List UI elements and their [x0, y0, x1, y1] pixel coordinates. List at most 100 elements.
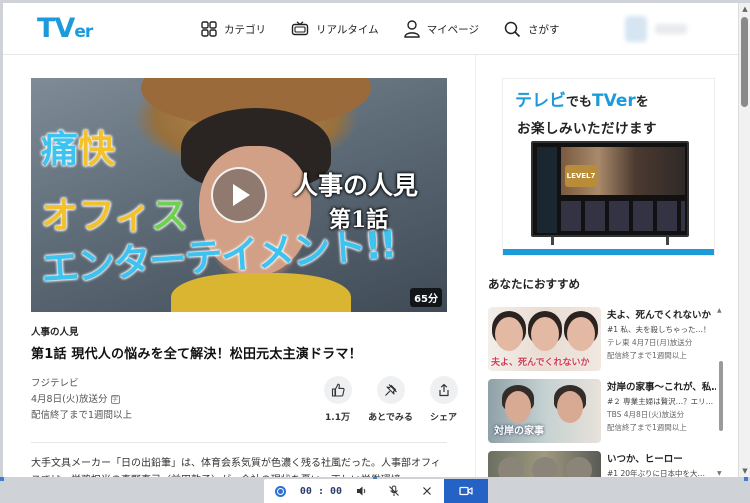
right-column: テレビでもTVerを お楽しみいただけます LEVEL7 あなたにおすすめ 夫よ…: [475, 55, 723, 477]
nav-label: リアルタイム: [316, 23, 379, 36]
episode-main: 痛快 オフィス エンターテイメント!! 人事の人見 第1話 65分 人事の人見 …: [31, 78, 458, 477]
nav-label: マイページ: [426, 23, 479, 36]
air-date: 4月8日(火)放送分字: [31, 394, 120, 405]
watch-later-label: あとでみる: [368, 413, 413, 423]
tver-logo[interactable]: TVer: [37, 13, 93, 44]
main-nav: カテゴリ リアルタイム マイページ さがす: [201, 17, 584, 41]
scroll-down-icon[interactable]: ▼: [739, 465, 750, 477]
search-icon: [504, 21, 521, 37]
account-avatar[interactable]: [625, 16, 647, 42]
thumbnail-caption: 夫よ、死んでくれないか: [491, 358, 590, 368]
video-camera-icon: [459, 486, 473, 496]
recommend-thumbnail: 対岸の家事: [488, 379, 601, 443]
episode-title: 第1話 現代人の悩みを全て解決！松田元太主演ドラマ！: [31, 347, 362, 362]
mic-muted-icon: [389, 485, 400, 496]
logo-main-text: TV: [37, 13, 75, 44]
episode-meta: フジテレビ 4月8日(火)放送分字 配信終了まで1週間以上 1.1万 あとでみる…: [31, 376, 458, 438]
nav-label: さがす: [527, 23, 560, 36]
audio-button[interactable]: [345, 479, 378, 503]
promo-accent-bar: [503, 249, 714, 255]
divider: [31, 442, 447, 443]
nav-label: カテゴリ: [224, 23, 266, 36]
share-button[interactable]: シェア: [417, 376, 470, 423]
list-item[interactable]: 対岸の家事 対岸の家事～これが、私… #２ 専業主婦は贅沢…？エリ… TBS 4…: [488, 379, 716, 451]
recommend-title: 対岸の家事～これが、私…: [607, 382, 716, 393]
recommend-availability: 配信終了まで1週間以上: [607, 351, 687, 360]
list-item[interactable]: いつか、ヒーロー #1 20年ぶりに日本中を大…: [488, 451, 716, 477]
nav-item-search[interactable]: さがす: [504, 17, 560, 41]
grid-icon: [201, 21, 217, 37]
recommend-broadcast: テレ東 4月7日(月)放送分: [607, 338, 693, 347]
nav-item-category[interactable]: カテゴリ: [201, 17, 266, 41]
watch-later-button[interactable]: あとでみる: [364, 376, 417, 423]
scroll-up-icon[interactable]: ▲: [739, 3, 750, 15]
share-label: シェア: [429, 413, 457, 423]
recommend-broadcast: TBS 4月8日(火)放送分: [607, 410, 685, 419]
tv-illustration: LEVEL7: [531, 141, 689, 237]
record-timer: 00 : 00: [299, 485, 343, 497]
recommend-scrollbar[interactable]: ▲ ▼: [717, 307, 724, 477]
recommend-episode: #２ 専業主婦は贅沢…？エリ…: [607, 397, 714, 406]
site-header: TVer カテゴリ リアルタイム マイページ さがす: [3, 3, 738, 55]
close-button[interactable]: [411, 479, 444, 503]
play-icon: [233, 184, 250, 206]
like-button[interactable]: 1.1万: [311, 376, 364, 423]
video-thumbnail[interactable]: 痛快 オフィス エンターテイメント!! 人事の人見 第1話 65分: [31, 78, 447, 312]
recommend-availability: 配信終了まで1週間以上: [607, 423, 687, 432]
logo-sub-text: er: [74, 22, 93, 42]
tv-screen-logo: LEVEL7: [565, 165, 597, 187]
record-button[interactable]: [264, 479, 297, 503]
recorder-toolbar: 00 : 00: [264, 479, 488, 503]
art-text-line1: 痛快: [41, 128, 115, 171]
promo-subline: お楽しみいただけます: [517, 121, 657, 137]
broadcaster[interactable]: フジテレビ: [31, 376, 132, 392]
list-item[interactable]: 夫よ、死んでくれないか 夫よ、死んでくれないか #1 私、夫を殺しちゃった…！ …: [488, 307, 716, 379]
camera-button[interactable]: [443, 479, 488, 503]
series-title[interactable]: 人事の人見: [31, 324, 449, 338]
thumbs-up-icon: [331, 383, 345, 397]
episode-actions: 1.1万 あとでみる シェア: [311, 376, 470, 423]
recommend-title: 夫よ、死んでくれないか: [607, 310, 712, 321]
recommend-episode: #1 私、夫を殺しちゃった…！: [607, 325, 711, 334]
tv-icon: [291, 21, 309, 36]
resize-handle[interactable]: [0, 477, 4, 481]
resize-handle[interactable]: [744, 477, 748, 481]
scroll-up-icon[interactable]: ▲: [717, 307, 722, 314]
browser-page: TVer カテゴリ リアルタイム マイページ さがす 痛快 オフィス エンターテ…: [3, 3, 738, 477]
speaker-icon: [356, 486, 365, 496]
tv-screen-row: [561, 201, 685, 231]
scrollbar-thumb[interactable]: [741, 17, 748, 107]
record-icon: [274, 485, 286, 497]
recommend-thumbnail: [488, 451, 601, 477]
nav-item-mypage[interactable]: マイページ: [403, 17, 479, 41]
nav-item-realtime[interactable]: リアルタイム: [291, 17, 379, 41]
tv-stand: [551, 237, 669, 245]
recommend-episode: #1 20年ぶりに日本中を大…: [607, 469, 705, 477]
scroll-down-icon[interactable]: ▼: [717, 470, 722, 477]
episode-description: 大手文具メーカー「日の出鉛筆」は、体育会系気質が色濃く残る社風だった。人事部オフ…: [31, 458, 441, 477]
episode-meta-text: フジテレビ 4月8日(火)放送分字 配信終了まで1週間以上: [31, 376, 132, 424]
art-drama-title: 人事の人見: [293, 171, 419, 200]
subtitle-icon: 字: [110, 395, 120, 404]
account-name[interactable]: [655, 24, 687, 34]
duration-badge: 65分: [410, 288, 442, 307]
availability: 配信終了まで1週間以上: [31, 410, 133, 421]
share-icon: [438, 383, 449, 397]
mic-button[interactable]: [378, 479, 411, 503]
recommend-thumbnail: 夫よ、死んでくれないか: [488, 307, 601, 371]
close-icon: [423, 487, 432, 495]
play-button[interactable]: [211, 167, 267, 223]
scrollbar-thumb[interactable]: [719, 361, 723, 431]
like-count: 1.1万: [325, 413, 350, 423]
recommend-heading: あなたにおすすめ: [488, 277, 580, 291]
page-scrollbar[interactable]: ▲ ▼: [738, 3, 750, 477]
recommend-list: 夫よ、死んでくれないか 夫よ、死んでくれないか #1 私、夫を殺しちゃった…！ …: [488, 307, 716, 477]
art-episode-number: 第1話: [329, 207, 389, 233]
tv-sidebar: [537, 147, 557, 233]
promo-headline: テレビでもTVerを: [515, 91, 649, 111]
tv-promo-banner[interactable]: テレビでもTVerを お楽しみいただけます LEVEL7: [502, 78, 715, 256]
user-icon: [403, 20, 420, 38]
thumbnail-caption: 対岸の家事: [494, 426, 544, 437]
recommend-title: いつか、ヒーロー: [607, 454, 683, 465]
pin-icon: [384, 384, 397, 396]
